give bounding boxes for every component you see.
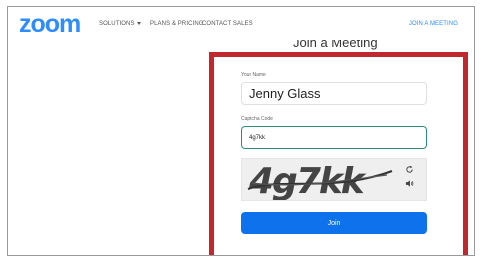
join-meeting-form: Your Name Jenny Glass Captcha Code 4g7kk… xyxy=(241,72,431,234)
nav-join-meeting[interactable]: JOIN A MEETING xyxy=(409,21,458,27)
browser-frame: zoom SOLUTIONS PLANS & PRICING CONTACT S… xyxy=(7,6,475,256)
captcha-noise xyxy=(247,170,393,190)
nav-contact-sales[interactable]: CONTACT SALES xyxy=(202,21,253,27)
top-navbar: zoom SOLUTIONS PLANS & PRICING CONTACT S… xyxy=(8,7,474,43)
join-form-highlight: Your Name Jenny Glass Captcha Code 4g7kk… xyxy=(209,52,468,255)
captcha-label: Captcha Code xyxy=(241,116,273,122)
zoom-logo[interactable]: zoom xyxy=(19,10,81,39)
captcha-input[interactable]: 4g7kk xyxy=(241,126,427,149)
heading-overlap-mask xyxy=(278,7,398,40)
chevron-down-icon xyxy=(136,21,141,25)
nav-plans-pricing[interactable]: PLANS & PRICING xyxy=(150,21,204,27)
nav-solutions[interactable]: SOLUTIONS xyxy=(99,21,141,27)
name-input[interactable]: Jenny Glass xyxy=(241,82,427,105)
nav-solutions-label: SOLUTIONS xyxy=(99,21,135,27)
name-input-value: Jenny Glass xyxy=(249,86,321,101)
captcha-input-value: 4g7kk xyxy=(249,134,266,141)
name-label: Your Name xyxy=(241,72,266,78)
audio-icon[interactable] xyxy=(405,179,414,188)
captcha-image: 4g7kk xyxy=(241,158,427,201)
join-button[interactable]: Join xyxy=(241,212,427,234)
refresh-icon[interactable] xyxy=(405,165,414,174)
